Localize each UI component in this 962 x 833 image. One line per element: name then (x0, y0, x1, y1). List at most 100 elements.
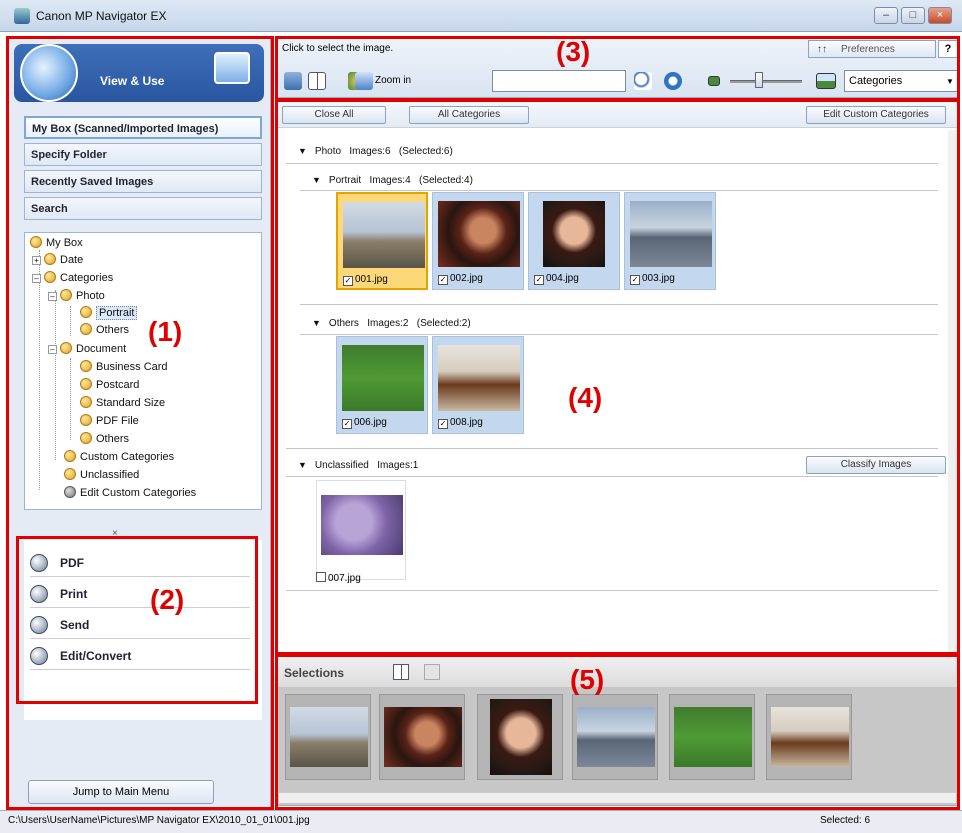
selection-thumb[interactable] (766, 694, 852, 780)
collapse-icon[interactable]: – (48, 292, 57, 301)
refresh-icon[interactable] (664, 72, 682, 90)
tree-item-date[interactable]: + Date (32, 253, 83, 266)
checkbox[interactable] (316, 572, 326, 582)
collapse-icon[interactable]: – (48, 345, 57, 354)
tree-item-document[interactable]: – Document (48, 342, 126, 355)
thumbnail-002[interactable]: ✓ 002.jpg (432, 192, 524, 290)
action-send[interactable]: Send (30, 608, 250, 639)
checkbox[interactable]: ✓ (534, 275, 544, 285)
edit-custom-categories-button[interactable]: Edit Custom Categories (806, 106, 946, 124)
nav-specify-folder[interactable]: Specify Folder (24, 143, 262, 166)
selection-thumb[interactable] (572, 694, 658, 780)
thumbnail-size-slider[interactable] (730, 80, 802, 83)
collapse-icon[interactable]: – (32, 274, 41, 283)
preferences-button[interactable]: ↑↑ Preferences (808, 40, 936, 58)
selection-thumb[interactable] (669, 694, 755, 780)
tree-item-postcard[interactable]: Postcard (80, 378, 139, 391)
collapse-arrow-icon[interactable]: ▼ (312, 318, 321, 328)
grid-view-icon[interactable] (393, 664, 409, 680)
expand-icon[interactable]: + (32, 256, 41, 265)
tree-item-edit-custom[interactable]: Edit Custom Categories (64, 486, 196, 499)
slider-thumb[interactable] (754, 72, 763, 88)
tree-item-photo[interactable]: – Photo (48, 289, 105, 302)
status-path: C:\Users\UserName\Pictures\MP Navigator … (8, 815, 310, 826)
collapse-arrow-icon[interactable]: ▼ (298, 146, 307, 156)
grid-view-icon[interactable] (308, 72, 326, 90)
nav-recently-saved[interactable]: Recently Saved Images (24, 170, 262, 193)
photo-image (577, 707, 655, 767)
pencil-icon (30, 647, 48, 665)
zoom-in-icon[interactable] (355, 72, 373, 90)
checkbox[interactable]: ✓ (438, 275, 448, 285)
action-print[interactable]: Print (30, 577, 250, 608)
large-thumbnail-icon[interactable] (816, 73, 836, 89)
folder-icon (64, 468, 76, 480)
action-pdf[interactable]: PDF (30, 546, 250, 577)
tree-item-business-card[interactable]: Business Card (80, 360, 168, 373)
tree-item-pdf-file[interactable]: PDF File (80, 414, 139, 427)
thumbnail-006[interactable]: ✓ 006.jpg (336, 336, 428, 434)
help-button[interactable]: ? (938, 40, 958, 58)
photo-image (321, 495, 403, 555)
collapse-arrow-icon[interactable]: ▼ (298, 460, 307, 470)
folder-icon (80, 306, 92, 318)
photo-image (438, 201, 520, 267)
nav-search[interactable]: Search (24, 197, 262, 220)
pane-splitter[interactable]: × (112, 528, 118, 539)
small-thumbnail-icon[interactable] (708, 76, 720, 86)
search-icon[interactable] (634, 72, 652, 90)
selection-thumb[interactable] (379, 694, 465, 780)
tree-item-custom-categories[interactable]: Custom Categories (64, 450, 174, 463)
tree-item-my-box[interactable]: My Box (30, 236, 83, 249)
maximize-button[interactable]: □ (901, 7, 925, 24)
list-view-icon[interactable] (424, 664, 440, 680)
folder-icon (80, 360, 92, 372)
callout-label-5: (5) (570, 664, 605, 695)
group-header-photo[interactable]: ▼ Photo Images:6 (Selected:6) (298, 146, 453, 157)
group-header-portrait[interactable]: ▼ Portrait Images:4 (Selected:4) (312, 175, 473, 186)
app-icon (14, 8, 30, 24)
tree-item-unclassified[interactable]: Unclassified (64, 468, 139, 481)
thumbnail-001[interactable]: ✓ 001.jpg (336, 192, 428, 290)
group-header-unclassified[interactable]: ▼ Unclassified Images:1 (298, 460, 418, 471)
checkbox[interactable]: ✓ (343, 276, 353, 286)
monitor-icon (214, 52, 250, 84)
tree-item-standard-size[interactable]: Standard Size (80, 396, 165, 409)
jump-to-main-menu-button[interactable]: Jump to Main Menu (28, 780, 214, 804)
callout-label-1: (1) (148, 316, 183, 347)
tree-item-photo-others[interactable]: Others (80, 323, 129, 336)
view-mode-select[interactable]: Categories (844, 70, 958, 92)
classify-images-button[interactable]: Classify Images (806, 456, 946, 474)
tree-item-portrait[interactable]: Portrait (80, 306, 138, 320)
checkbox[interactable]: ✓ (630, 275, 640, 285)
nav-my-box[interactable]: My Box (Scanned/Imported Images) (24, 116, 262, 139)
action-edit-convert[interactable]: Edit/Convert (30, 639, 250, 670)
thumbnail-003[interactable]: ✓ 003.jpg (624, 192, 716, 290)
close-button[interactable]: × (928, 7, 952, 24)
search-input[interactable] (492, 70, 626, 92)
vertical-scrollbar[interactable] (948, 130, 957, 652)
checkbox[interactable]: ✓ (342, 419, 352, 429)
all-categories-button[interactable]: All Categories (409, 106, 529, 124)
pdf-icon (30, 554, 48, 572)
select-all-icon[interactable] (284, 72, 302, 90)
photo-image (438, 345, 520, 411)
checkbox[interactable]: ✓ (438, 419, 448, 429)
group-header-others[interactable]: ▼ Others Images:2 (Selected:2) (312, 318, 471, 329)
photo-image (543, 201, 605, 267)
thumbnail-008[interactable]: ✓ 008.jpg (432, 336, 524, 434)
minimize-button[interactable]: – (874, 7, 898, 24)
folder-icon (80, 396, 92, 408)
collapse-arrow-icon[interactable]: ▼ (312, 175, 321, 185)
thumbnail-007[interactable] (316, 480, 406, 580)
thumbnail-004[interactable]: ✓ 004.jpg (528, 192, 620, 290)
selection-thumb[interactable] (285, 694, 371, 780)
folder-icon (80, 414, 92, 426)
selection-thumb[interactable] (477, 694, 563, 780)
tree-item-categories[interactable]: – Categories (32, 271, 113, 284)
tree-item-document-others[interactable]: Others (80, 432, 129, 445)
horizontal-scrollbar[interactable] (279, 792, 956, 803)
selections-header (278, 657, 957, 687)
zoom-in-label[interactable]: Zoom in (375, 75, 411, 86)
close-all-button[interactable]: Close All (282, 106, 386, 124)
